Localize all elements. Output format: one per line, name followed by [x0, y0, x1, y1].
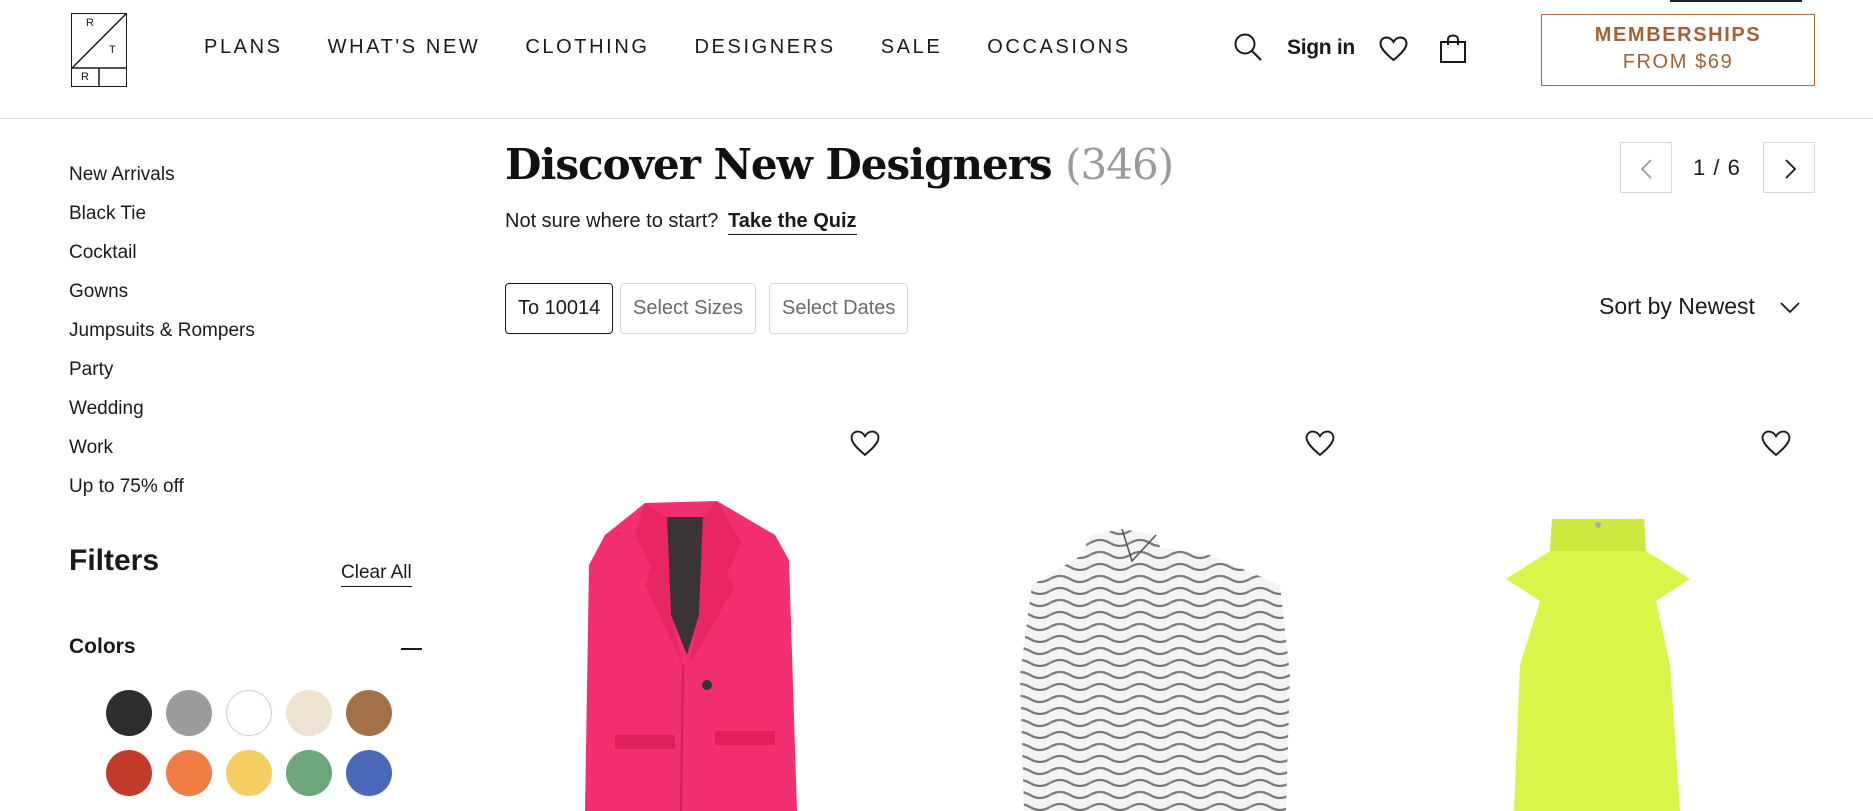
nav-clothing[interactable]: CLOTHING [525, 36, 649, 59]
zip-code-filter-chip[interactable]: To 10014 [505, 283, 614, 334]
collapse-colors-icon[interactable] [401, 648, 422, 650]
next-page-button[interactable] [1763, 142, 1815, 193]
take-quiz-link[interactable]: Take the Quiz [728, 210, 857, 235]
page-title: Discover New Designers (346) [505, 140, 1174, 189]
product-image-neon-halter[interactable] [1500, 515, 1700, 811]
sidebar-link-gowns[interactable]: Gowns [69, 280, 255, 319]
chevron-left-icon [1640, 159, 1652, 179]
chevron-down-icon [1780, 302, 1800, 314]
favorite-heart-icon[interactable] [1761, 430, 1791, 457]
shopping-bag-icon[interactable] [1439, 34, 1467, 64]
nav-designers[interactable]: DESIGNERS [695, 36, 836, 59]
color-swatch-orange[interactable] [166, 750, 212, 796]
memberships-price: FROM $69 [1622, 51, 1734, 73]
color-swatch-white[interactable] [226, 690, 272, 736]
color-swatch-green[interactable] [286, 750, 332, 796]
select-dates-chip[interactable]: Select Dates [769, 283, 909, 334]
clear-all-button[interactable]: Clear All [341, 562, 412, 587]
sidebar-link-party[interactable]: Party [69, 358, 255, 397]
chevron-right-icon [1785, 159, 1797, 179]
color-swatch-blue[interactable] [346, 750, 392, 796]
nav-sale[interactable]: SALE [881, 36, 943, 59]
page-indicator: 1 / 6 [1693, 155, 1741, 180]
top-link-underline [1670, 0, 1802, 2]
sidebar-link-new-arrivals[interactable]: New Arrivals [69, 163, 255, 202]
logo-letter: T [109, 44, 116, 56]
logo[interactable]: R T R [71, 13, 127, 87]
color-swatch-brown[interactable] [346, 690, 392, 736]
search-icon[interactable] [1233, 32, 1263, 62]
color-swatch-grey[interactable] [166, 690, 212, 736]
occasion-links: New Arrivals Black Tie Cocktail Gowns Ju… [69, 163, 255, 514]
logo-letter: R [86, 17, 94, 29]
color-swatch-yellow[interactable] [226, 750, 272, 796]
product-image-swirl-top[interactable] [1010, 525, 1300, 811]
product-image-pink-blazer[interactable] [575, 495, 835, 811]
previous-page-button[interactable] [1620, 142, 1672, 193]
quiz-prompt: Not sure where to start? [505, 210, 719, 232]
site-header: R T R PLANS WHAT'S NEW CLOTHING DESIGNER… [0, 0, 1873, 119]
color-swatch-red[interactable] [106, 750, 152, 796]
sign-in-link[interactable]: Sign in [1287, 36, 1355, 60]
heart-icon[interactable] [1379, 36, 1408, 62]
nav-occasions[interactable]: OCCASIONS [987, 36, 1130, 59]
colors-filter-heading: Colors [69, 635, 136, 658]
sort-dropdown[interactable]: Sort by Newest [1599, 293, 1800, 320]
main-nav: PLANS WHAT'S NEW CLOTHING DESIGNERS SALE… [204, 36, 1176, 59]
sidebar-link-wedding[interactable]: Wedding [69, 397, 255, 436]
nav-whats-new[interactable]: WHAT'S NEW [328, 36, 481, 59]
sort-label: Sort by Newest [1599, 293, 1755, 319]
color-swatch-black[interactable] [106, 690, 152, 736]
quiz-prompt-line: Not sure where to start? Take the Quiz [505, 210, 857, 235]
sidebar-link-cocktail[interactable]: Cocktail [69, 241, 255, 280]
page-title-text: Discover New Designers [505, 140, 1053, 189]
favorite-heart-icon[interactable] [850, 430, 880, 457]
logo-letter: R [81, 71, 89, 83]
sidebar-link-jumpsuits-rompers[interactable]: Jumpsuits & Rompers [69, 319, 255, 358]
favorite-heart-icon[interactable] [1305, 430, 1335, 457]
sidebar-link-black-tie[interactable]: Black Tie [69, 202, 255, 241]
memberships-label: MEMBERSHIPS [1594, 24, 1762, 46]
memberships-button[interactable]: MEMBERSHIPS FROM $69 [1541, 14, 1815, 86]
filters-heading: Filters [69, 544, 160, 577]
nav-plans[interactable]: PLANS [204, 36, 283, 59]
sidebar-link-sale[interactable]: Up to 75% off [69, 475, 255, 514]
result-count: (346) [1065, 140, 1174, 189]
sidebar-link-work[interactable]: Work [69, 436, 255, 475]
select-sizes-chip[interactable]: Select Sizes [620, 283, 757, 334]
color-swatch-cream[interactable] [286, 690, 332, 736]
